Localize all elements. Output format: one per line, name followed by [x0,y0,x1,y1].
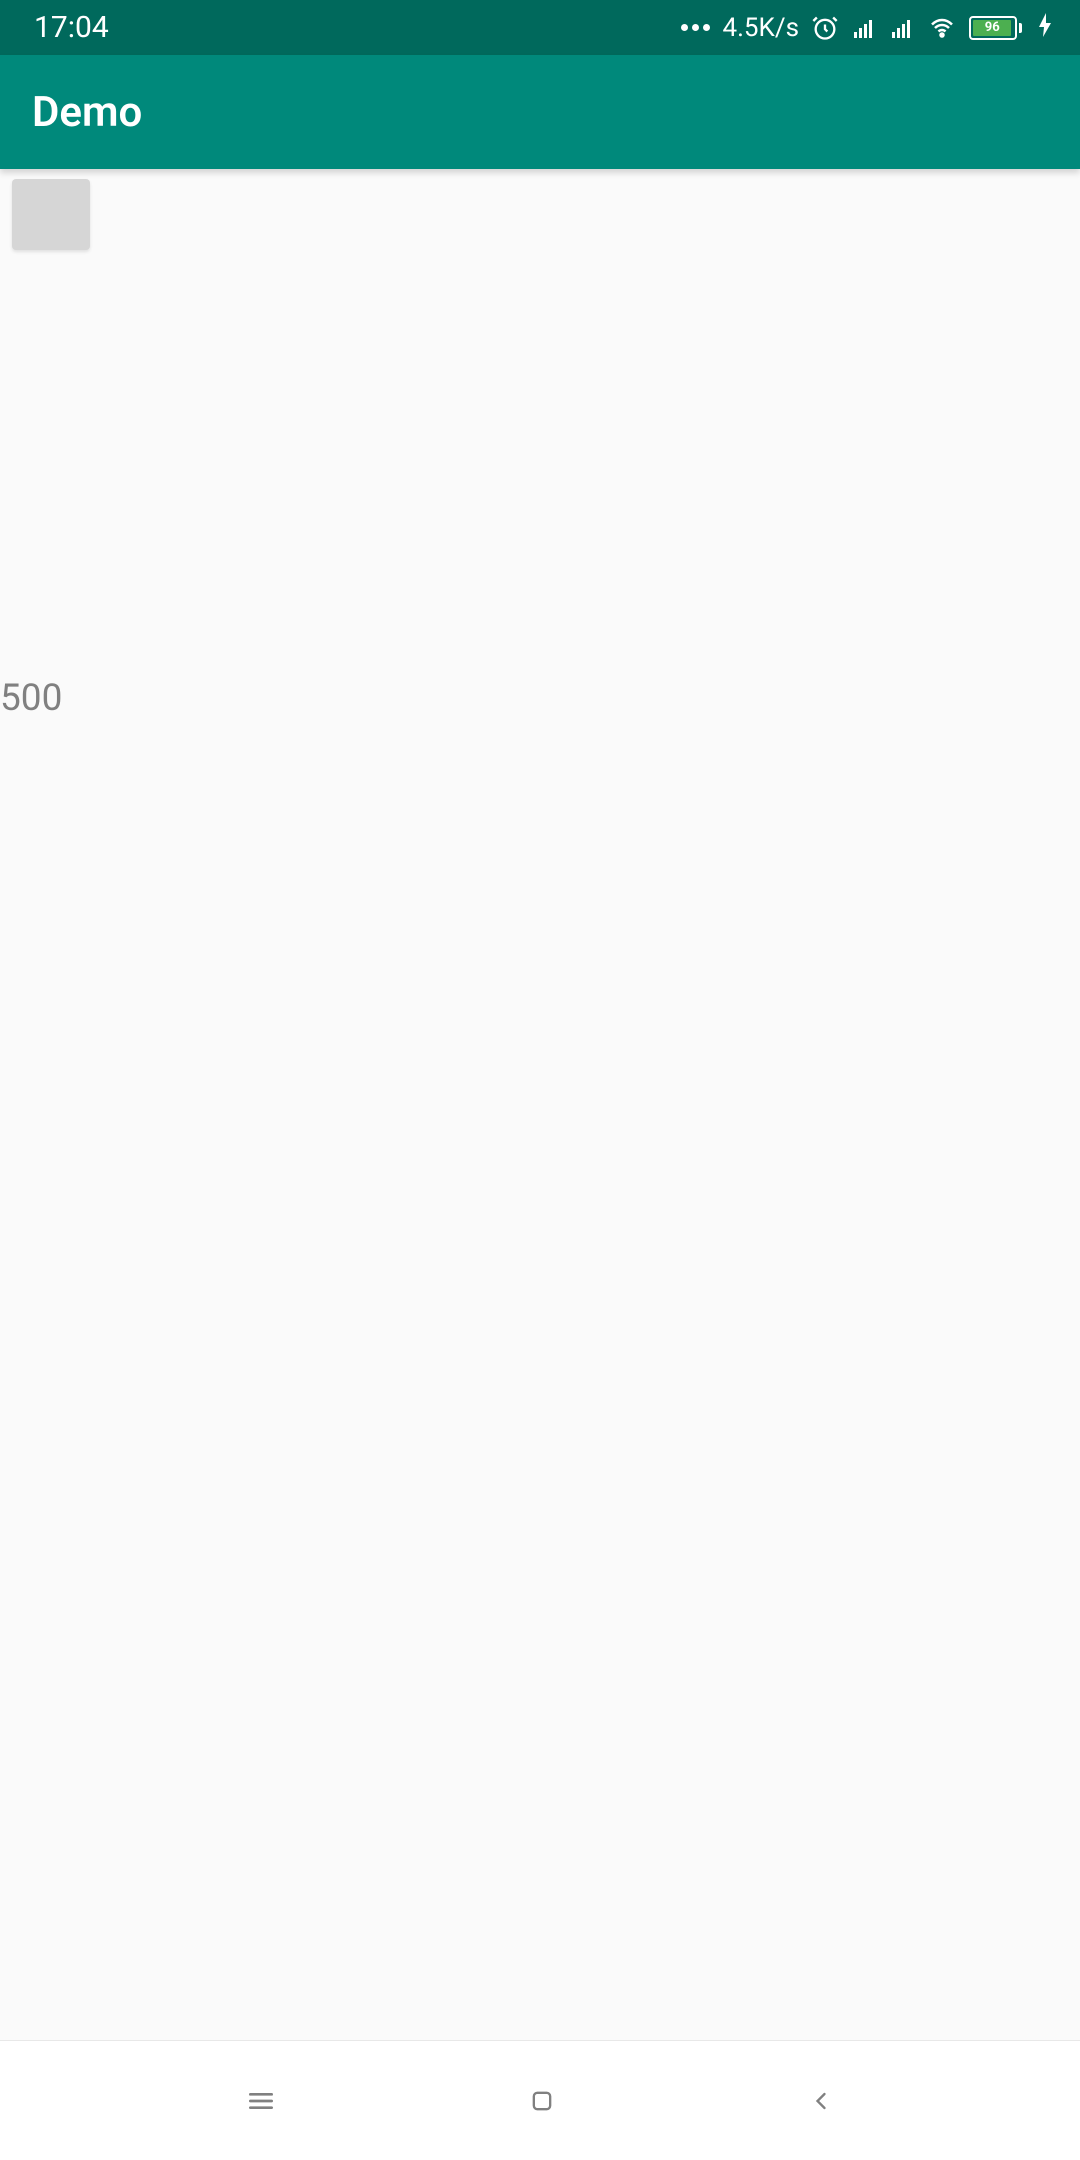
charging-icon [1038,13,1052,43]
placeholder-button[interactable] [12,179,90,250]
alarm-icon [811,14,839,42]
signal-icon-2 [889,16,915,40]
menu-icon[interactable] [245,2085,277,2117]
signal-icon-1 [851,16,877,40]
network-speed: 4.5K/s [722,13,799,43]
content-area: 500 [0,169,1080,2040]
app-bar: Demo [0,55,1080,169]
status-time: 17:04 [34,10,109,45]
battery-percent: 96 [985,20,1000,35]
status-bar: 17:04 4.5K/s [0,0,1080,55]
app-title: Demo [32,88,142,137]
battery-icon: 96 [969,16,1022,40]
wifi-icon [927,16,957,40]
navigation-bar [0,2040,1080,2160]
back-icon[interactable] [807,2087,835,2115]
value-text: 500 [0,677,62,720]
more-dots-icon [681,24,710,31]
status-right: 4.5K/s [681,13,1052,43]
home-icon[interactable] [528,2087,556,2115]
